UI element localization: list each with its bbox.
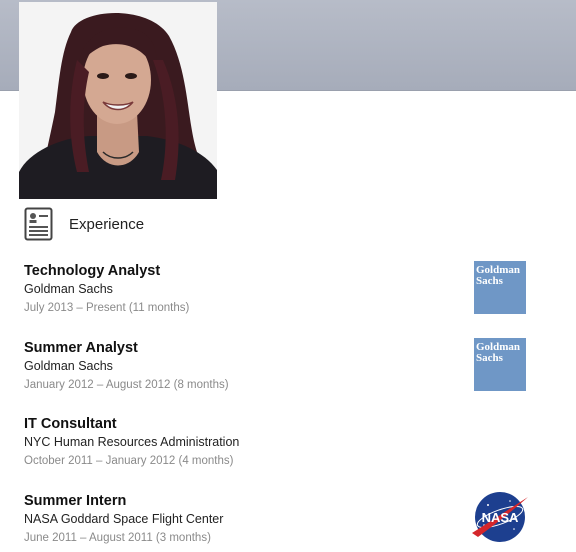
- svg-text:NASA: NASA: [482, 510, 519, 525]
- nasa-meatball-icon: NASA: [472, 492, 528, 542]
- goldman-sachs-logo[interactable]: Goldman Sachs: [474, 261, 526, 314]
- experience-section-header: Experience: [24, 207, 144, 241]
- document-icon: [24, 207, 53, 241]
- nasa-logo[interactable]: NASA: [470, 489, 530, 545]
- experience-entry[interactable]: IT Consultant NYC Human Resources Admini…: [24, 415, 564, 469]
- goldman-sachs-logo-text: Goldman Sachs: [476, 264, 521, 287]
- company-name[interactable]: NYC Human Resources Administration: [24, 434, 564, 450]
- employment-dates: October 2011 – January 2012 (4 months): [24, 455, 234, 467]
- profile-photo[interactable]: [19, 2, 217, 199]
- goldman-sachs-logo-text: Goldman Sachs: [476, 341, 521, 364]
- goldman-sachs-logo[interactable]: Goldman Sachs: [474, 338, 526, 391]
- job-title[interactable]: IT Consultant: [24, 415, 564, 433]
- experience-section-title: Experience: [69, 215, 145, 233]
- profile-photo-image: [19, 2, 217, 199]
